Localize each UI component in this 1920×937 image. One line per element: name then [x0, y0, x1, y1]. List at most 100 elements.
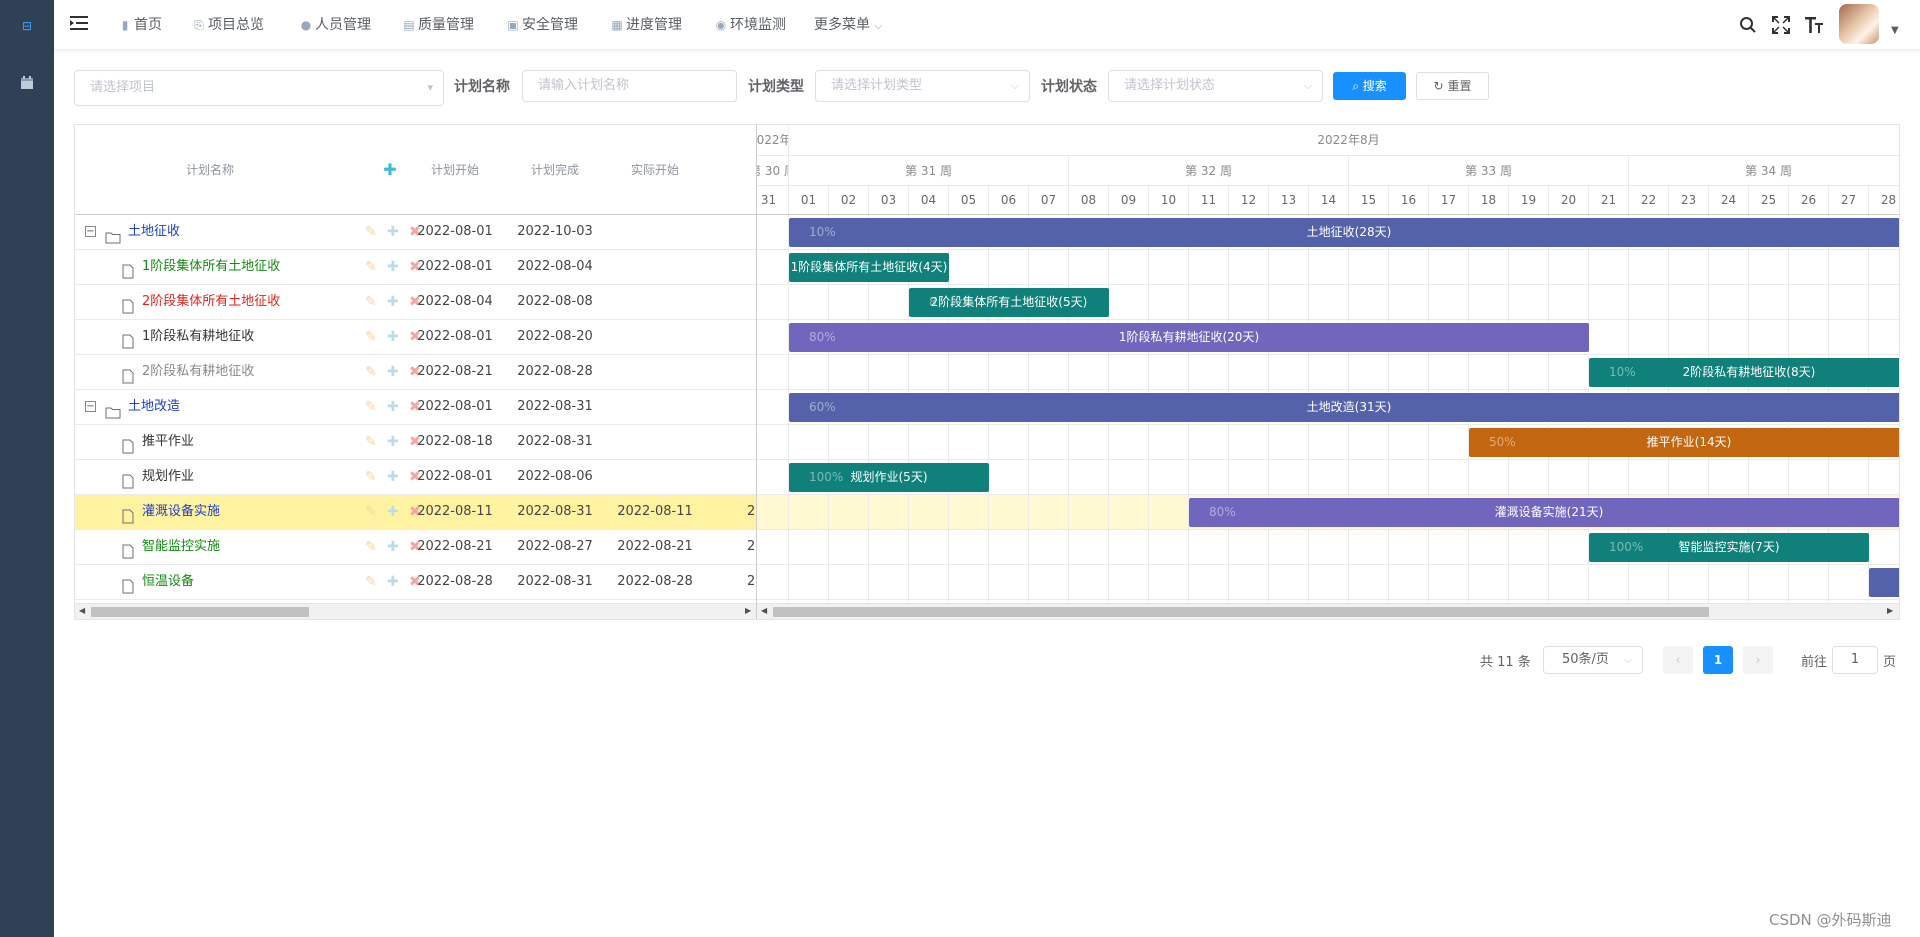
task-name[interactable]: 规划作业 — [142, 460, 372, 494]
add-task-icon[interactable]: ✚ — [375, 125, 405, 215]
task-bar[interactable]: 10% 土地征收(28天) — [789, 218, 1899, 247]
fullscreen-icon[interactable] — [1769, 13, 1793, 37]
page-1-button[interactable]: 1 — [1703, 646, 1733, 674]
task-bar[interactable] — [1869, 568, 1899, 597]
add-icon[interactable]: ✚ — [387, 530, 399, 564]
task-bar[interactable]: 8 2阶段集体所有土地征收(5天) — [909, 288, 1109, 317]
total-count: 共 11 条 — [1480, 655, 1531, 670]
search-button[interactable]: ⌕ 搜索 — [1333, 72, 1406, 100]
font-size-icon[interactable] — [1802, 13, 1826, 37]
table-row[interactable]: 2阶段私有耕地征收 ✎ ✚ ✖ 2022-08-21 2022-08-28 — [75, 355, 756, 390]
edit-icon[interactable]: ✎ — [365, 495, 377, 529]
chart-scrollbar[interactable]: ◀ ▶ — [757, 603, 1899, 619]
add-icon[interactable]: ✚ — [387, 460, 399, 494]
add-icon[interactable]: ✚ — [387, 215, 399, 249]
collapse-toggle-icon[interactable]: − — [85, 401, 96, 412]
task-bar[interactable]: 50% 推平作业(14天) — [1469, 428, 1899, 457]
table-row[interactable]: − 土地征收 ✎ ✚ ✖ 2022-08-01 2022-10-03 — [75, 215, 756, 250]
more-menu[interactable]: 更多菜单 ⌵ — [814, 0, 882, 50]
caret-down-icon[interactable]: ▼ — [1891, 25, 1899, 36]
scroll-left-icon[interactable]: ◀ — [79, 606, 85, 615]
add-icon[interactable]: ✚ — [387, 355, 399, 389]
task-name[interactable]: 推平作业 — [142, 425, 372, 459]
task-bar[interactable]: 60% 土地改造(31天) — [789, 393, 1899, 422]
table-row[interactable]: 1阶段集体所有土地征收 ✎ ✚ ✖ 2022-08-01 2022-08-04 — [75, 250, 756, 285]
add-icon[interactable]: ✚ — [387, 250, 399, 284]
project-select[interactable]: 请选择项目 ▾ — [74, 70, 444, 106]
grid-scrollbar[interactable]: ◀ ▶ — [75, 603, 756, 619]
add-icon[interactable]: ✚ — [387, 390, 399, 424]
chevron-down-icon: ⌵ — [1010, 79, 1019, 92]
scroll-right-icon[interactable]: ▶ — [1887, 606, 1893, 615]
task-name[interactable]: 智能监控实施 — [142, 530, 372, 564]
task-name[interactable]: 1阶段集体所有土地征收 — [142, 250, 372, 284]
edit-icon[interactable]: ✎ — [365, 460, 377, 494]
task-bar[interactable]: 100% 规划作业(5天) — [789, 463, 989, 492]
scroll-right-icon[interactable]: ▶ — [745, 606, 751, 615]
hamburger-icon[interactable] — [70, 15, 88, 31]
add-icon[interactable]: ✚ — [387, 565, 399, 599]
edit-icon[interactable]: ✎ — [365, 320, 377, 354]
plan-name-input[interactable]: 请输入计划名称 — [522, 70, 737, 102]
add-icon[interactable]: ✚ — [387, 495, 399, 529]
add-icon[interactable]: ✚ — [387, 320, 399, 354]
plan-type-select[interactable]: 请选择计划类型 ⌵ — [815, 70, 1030, 102]
nav-item-5[interactable]: ▦ 进度管理 — [610, 0, 682, 50]
edit-icon[interactable]: ✎ — [365, 250, 377, 284]
task-name[interactable]: 2阶段集体所有土地征收 — [142, 285, 372, 319]
nav-item-2[interactable]: ● 人员管理 — [299, 0, 371, 50]
calendar-icon[interactable] — [19, 75, 35, 91]
timeline-day-label: 01 — [789, 186, 829, 214]
table-row[interactable]: 推平作业 ✎ ✚ ✖ 2022-08-18 2022-08-31 — [75, 425, 756, 460]
table-row[interactable]: 灌溉设备实施 ✎ ✚ ✖ 2022-08-11 2022-08-31 2022-08-11 2 — [75, 495, 756, 530]
menu-toggle-icon[interactable]: ⊟ — [19, 18, 35, 34]
task-bar[interactable]: 100% 智能监控实施(7天) — [1589, 533, 1869, 562]
next-page-button[interactable]: › — [1743, 646, 1773, 674]
task-bar[interactable]: 1阶段集体所有土地征收(4天) — [789, 253, 949, 282]
nav-item-6[interactable]: ◉ 环境监测 — [714, 0, 786, 50]
avatar[interactable] — [1839, 4, 1879, 44]
nav-item-1[interactable]: ⎘ 项目总览 — [192, 0, 264, 50]
task-name[interactable]: 2阶段私有耕地征收 — [142, 355, 372, 389]
add-icon[interactable]: ✚ — [387, 425, 399, 459]
table-row[interactable]: 智能监控实施 ✎ ✚ ✖ 2022-08-21 2022-08-27 2022-08-21 2 — [75, 530, 756, 565]
nav-item-3[interactable]: ▤ 质量管理 — [402, 0, 474, 50]
scrollbar-thumb[interactable] — [773, 607, 1709, 617]
plan-status-select[interactable]: 请选择计划状态 ⌵ — [1108, 70, 1323, 102]
nav-item-4[interactable]: ▣ 安全管理 — [506, 0, 578, 50]
edit-icon[interactable]: ✎ — [365, 565, 377, 599]
table-row[interactable]: − 土地改造 ✎ ✚ ✖ 2022-08-01 2022-08-31 — [75, 390, 756, 425]
table-row[interactable]: 规划作业 ✎ ✚ ✖ 2022-08-01 2022-08-06 — [75, 460, 756, 495]
page-size-select[interactable]: 50条/页 ⌵ — [1543, 646, 1643, 674]
reset-button[interactable]: ↻ 重置 — [1416, 72, 1489, 100]
chevron-down-icon: ⌵ — [1303, 79, 1312, 92]
task-name[interactable]: 1阶段私有耕地征收 — [142, 320, 372, 354]
edit-icon[interactable]: ✎ — [365, 215, 377, 249]
edit-icon[interactable]: ✎ — [365, 390, 377, 424]
goto-page-input[interactable]: 1 — [1832, 646, 1878, 674]
task-bar[interactable]: 80% 灌溉设备实施(21天) — [1189, 498, 1899, 527]
task-name[interactable]: 恒温设备 — [142, 565, 372, 599]
edit-icon[interactable]: ✎ — [365, 285, 377, 319]
row-gridline — [757, 319, 1899, 320]
task-name[interactable]: 土地征收 — [128, 215, 358, 249]
task-name[interactable]: 灌溉设备实施 — [142, 495, 372, 529]
prev-page-button[interactable]: ‹ — [1663, 646, 1693, 674]
task-bar[interactable]: 80% 1阶段私有耕地征收(20天) — [789, 323, 1589, 352]
search-icon[interactable] — [1736, 13, 1760, 37]
collapse-toggle-icon[interactable]: − — [85, 226, 96, 237]
add-icon[interactable]: ✚ — [387, 285, 399, 319]
scroll-left-icon[interactable]: ◀ — [761, 606, 767, 615]
task-name[interactable]: 土地改造 — [128, 390, 358, 424]
nav-item-0[interactable]: ▮ 首页 — [118, 0, 162, 50]
table-row[interactable]: 2阶段集体所有土地征收 ✎ ✚ ✖ 2022-08-04 2022-08-08 — [75, 285, 756, 320]
table-row[interactable]: 1阶段私有耕地征收 ✎ ✚ ✖ 2022-08-01 2022-08-20 — [75, 320, 756, 355]
edit-icon[interactable]: ✎ — [365, 355, 377, 389]
task-bar[interactable]: 10% 2阶段私有耕地征收(8天) — [1589, 358, 1899, 387]
file-icon — [122, 434, 134, 454]
table-row[interactable]: 恒温设备 ✎ ✚ ✖ 2022-08-28 2022-08-31 2022-08-28 2 — [75, 565, 756, 600]
edit-icon[interactable]: ✎ — [365, 425, 377, 459]
task-bar-label: 2阶段集体所有土地征收(5天) — [930, 295, 1088, 309]
edit-icon[interactable]: ✎ — [365, 530, 377, 564]
scrollbar-thumb[interactable] — [91, 607, 309, 617]
